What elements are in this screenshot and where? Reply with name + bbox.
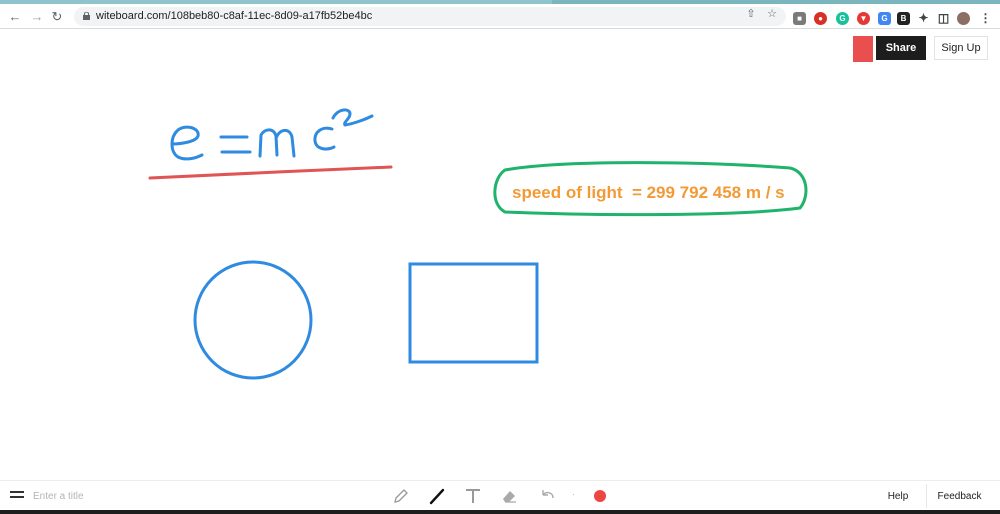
bottom-toolbar: · Help Feedback	[0, 480, 1000, 510]
eraser-icon[interactable]	[500, 487, 518, 505]
pen-icon[interactable]	[428, 487, 446, 505]
menu-icon[interactable]	[10, 491, 24, 501]
blue-circle-shape	[193, 260, 313, 380]
red-underline	[148, 165, 393, 180]
blue-rectangle-shape	[408, 262, 539, 364]
pencil-icon[interactable]	[392, 487, 410, 505]
letter-e	[170, 125, 204, 161]
feedback-button[interactable]: Feedback	[926, 484, 992, 508]
whiteboard-drawing	[148, 108, 808, 380]
text-icon[interactable]	[464, 487, 482, 505]
help-button[interactable]: Help	[873, 484, 923, 508]
tool-separator-dot: ·	[572, 489, 575, 499]
undo-icon[interactable]	[538, 487, 556, 505]
color-picker[interactable]	[594, 490, 606, 502]
annotation-text: speed of light = 299 792 458 m / s	[512, 183, 785, 202]
os-taskbar-edge	[0, 510, 1000, 514]
superscript-2	[331, 108, 374, 127]
title-input[interactable]	[33, 488, 193, 504]
equation-handwriting	[170, 108, 374, 161]
letter-m	[258, 128, 296, 158]
letter-c	[313, 126, 336, 151]
